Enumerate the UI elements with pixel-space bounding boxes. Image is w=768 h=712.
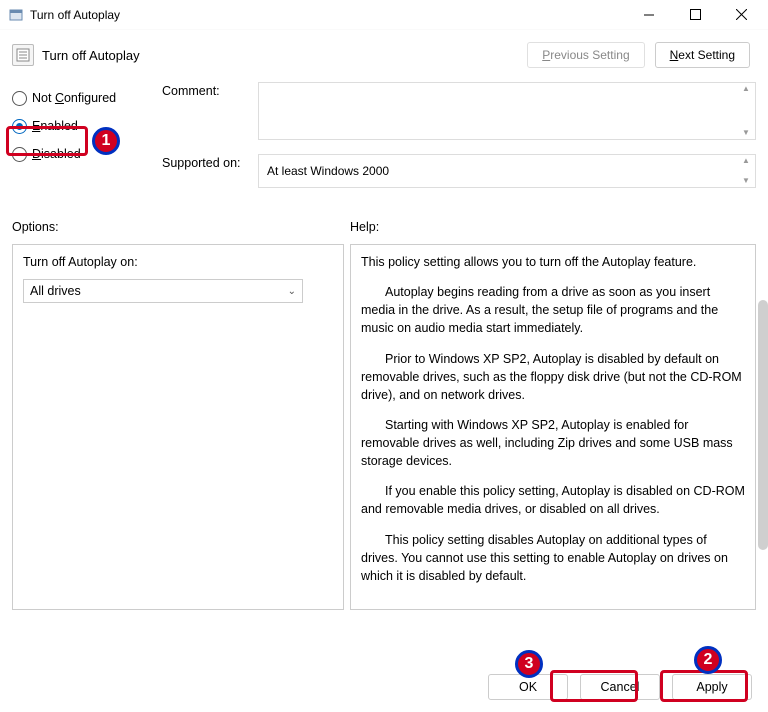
help-panel: This policy setting allows you to turn o…: [350, 244, 756, 610]
annotation-badge-2: 2: [694, 646, 722, 674]
help-text: This policy setting disables Autoplay on…: [361, 531, 745, 585]
spin-down-icon: ▼: [739, 129, 753, 137]
help-text: If you enable this policy setting, Autop…: [361, 482, 745, 518]
section-labels: Options: Help:: [0, 214, 768, 240]
supported-row: Supported on: At least Windows 2000 ▲ ▼: [162, 154, 756, 188]
options-field-label: Turn off Autoplay on:: [23, 255, 333, 269]
panels: Turn off Autoplay on: All drives ⌄ This …: [0, 240, 768, 610]
spin-up-icon: ▲: [739, 85, 753, 93]
radio-icon: [12, 147, 27, 162]
spin-down-icon: ▼: [739, 177, 753, 185]
maximize-button[interactable]: [672, 0, 718, 30]
spin-up-icon: ▲: [739, 157, 753, 165]
radio-enabled[interactable]: Enabled: [12, 112, 152, 140]
radio-disabled[interactable]: Disabled: [12, 140, 152, 168]
window-icon: [8, 7, 24, 23]
help-text: Starting with Windows XP SP2, Autoplay i…: [361, 416, 745, 470]
config-area: Not Configured Enabled Disabled Comment:…: [0, 74, 768, 206]
options-panel: Turn off Autoplay on: All drives ⌄: [12, 244, 344, 610]
help-scrollbar[interactable]: [758, 300, 768, 550]
radio-label: Not Configured: [32, 91, 116, 105]
comment-input[interactable]: ▲ ▼: [258, 82, 756, 140]
policy-editor-window: Turn off Autoplay Turn off Autoplay Prev…: [0, 0, 768, 712]
nav-buttons: Previous Setting Next Setting: [527, 42, 750, 68]
previous-setting-button[interactable]: Previous Setting: [527, 42, 644, 68]
radio-not-configured[interactable]: Not Configured: [12, 84, 152, 112]
titlebar: Turn off Autoplay: [0, 0, 768, 30]
window-controls: [626, 0, 764, 30]
cancel-button[interactable]: Cancel: [580, 674, 660, 700]
window-title: Turn off Autoplay: [30, 8, 626, 22]
supported-spinner[interactable]: ▲ ▼: [739, 157, 753, 185]
policy-title: Turn off Autoplay: [42, 48, 527, 63]
comment-row: Comment: ▲ ▼: [162, 82, 756, 140]
options-heading: Options:: [12, 220, 350, 234]
right-fields: Comment: ▲ ▼ Supported on: At least Wind…: [162, 82, 756, 202]
radio-label: Disabled: [32, 147, 81, 161]
supported-value-box: At least Windows 2000 ▲ ▼: [258, 154, 756, 188]
dropdown-value: All drives: [30, 284, 81, 298]
minimize-button[interactable]: [626, 0, 672, 30]
supported-value: At least Windows 2000: [267, 164, 389, 178]
comment-label: Comment:: [162, 82, 258, 98]
next-setting-button[interactable]: Next Setting: [655, 42, 750, 68]
apply-button[interactable]: Apply: [672, 674, 752, 700]
chevron-down-icon: ⌄: [288, 286, 296, 297]
radio-label: Enabled: [32, 119, 78, 133]
help-text: Prior to Windows XP SP2, Autoplay is dis…: [361, 350, 745, 404]
comment-spinner[interactable]: ▲ ▼: [739, 85, 753, 137]
radio-icon: [12, 119, 27, 134]
autoplay-drives-dropdown[interactable]: All drives ⌄: [23, 279, 303, 303]
radio-icon: [12, 91, 27, 106]
state-radios: Not Configured Enabled Disabled: [12, 82, 152, 202]
policy-icon: [12, 44, 34, 66]
dialog-buttons: OK Cancel Apply: [488, 674, 752, 700]
supported-label: Supported on:: [162, 154, 258, 170]
help-text: Autoplay begins reading from a drive as …: [361, 283, 745, 337]
close-button[interactable]: [718, 0, 764, 30]
help-heading: Help:: [350, 220, 379, 234]
help-text: This policy setting allows you to turn o…: [361, 253, 745, 271]
ok-button[interactable]: OK: [488, 674, 568, 700]
header: Turn off Autoplay Previous Setting Next …: [0, 30, 768, 74]
